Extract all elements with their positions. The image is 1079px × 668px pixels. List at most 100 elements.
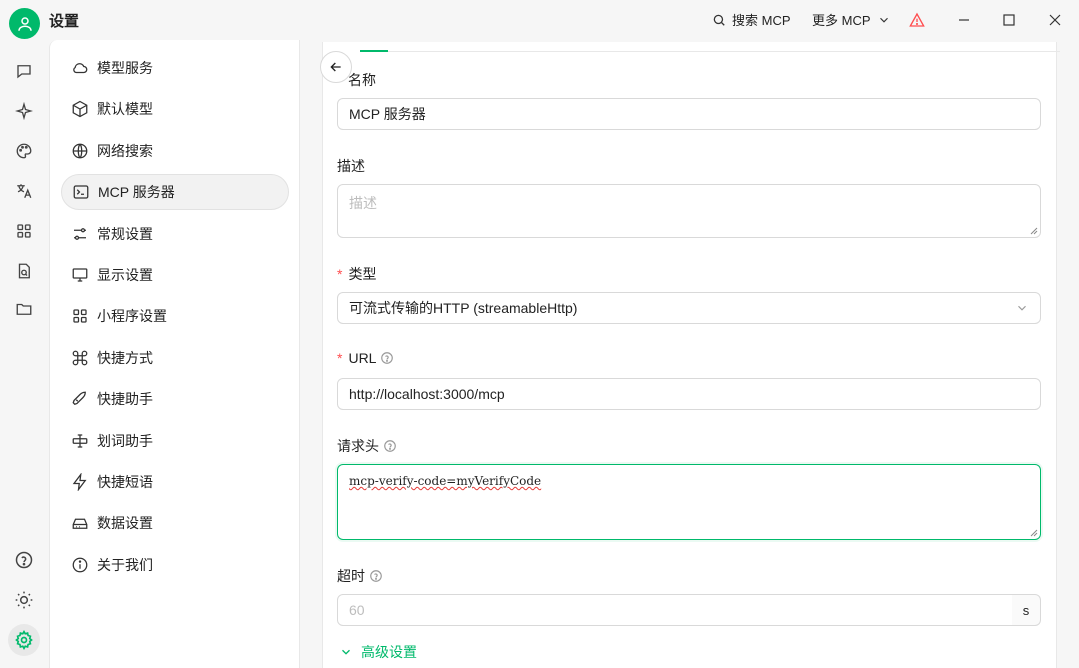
minimize-button[interactable] <box>950 6 978 34</box>
timeout-label-text: 超时 <box>337 568 365 584</box>
nav-item-miniapp-settings[interactable]: 小程序设置 <box>61 298 289 334</box>
headers-textarea[interactable]: mcp-verify-code=myVerifyCode <box>337 464 1041 540</box>
settings-nav: 模型服务 默认模型 网络搜索 MCP 服务器 常规设置 显示设置 小程序设置 快… <box>49 40 300 668</box>
rail-chat-button[interactable] <box>11 58 37 84</box>
maximize-button[interactable] <box>995 6 1023 34</box>
nav-item-default-model[interactable]: 默认模型 <box>61 91 289 127</box>
nav-item-label: 小程序设置 <box>97 308 167 324</box>
info-icon <box>72 557 88 573</box>
name-input[interactable]: MCP 服务器 <box>337 98 1041 130</box>
title-bar: 设置 搜索 MCP 更多 MCP <box>0 0 1079 40</box>
chat-icon <box>17 65 31 79</box>
close-button[interactable] <box>1041 6 1069 34</box>
hard-drive-icon <box>72 518 88 529</box>
user-avatar[interactable] <box>9 8 40 39</box>
palette-icon <box>16 143 32 159</box>
name-input-value: MCP 服务器 <box>349 106 426 122</box>
rail-settings-button[interactable] <box>8 624 40 656</box>
rail-theme-button[interactable] <box>11 587 37 613</box>
chevron-down-icon <box>879 17 888 23</box>
window-title: 设置 <box>49 13 80 30</box>
command-icon <box>72 350 88 366</box>
resize-handle-icon[interactable] <box>1030 227 1038 235</box>
nav-item-label: 快捷助手 <box>97 391 153 407</box>
tab-divider <box>360 51 1060 52</box>
nav-item-about[interactable]: 关于我们 <box>61 547 289 583</box>
url-input-value: http://localhost:3000/mcp <box>349 386 505 402</box>
nav-item-mcp-servers[interactable]: MCP 服务器 <box>61 174 289 210</box>
search-mcp-button[interactable]: 搜索 MCP <box>712 10 791 29</box>
type-select-value: 可流式传输的HTTP (streamableHttp) <box>349 300 578 316</box>
icon-rail <box>0 40 48 668</box>
rail-folder-button[interactable] <box>11 296 37 322</box>
type-label-text: 类型 <box>348 266 377 282</box>
nav-item-label: 常规设置 <box>97 226 153 242</box>
cloud-icon <box>73 63 88 74</box>
url-label-text: URL <box>348 350 377 366</box>
sparkle-icon <box>15 102 33 120</box>
nav-item-label: 快捷方式 <box>97 350 153 366</box>
document-scan-icon <box>18 263 30 279</box>
rail-translate-button[interactable] <box>11 178 37 204</box>
nav-item-data-settings[interactable]: 数据设置 <box>61 505 289 541</box>
nav-item-display-settings[interactable]: 显示设置 <box>61 257 289 293</box>
minimize-icon <box>959 19 969 21</box>
rail-help-button[interactable] <box>11 547 37 573</box>
nav-item-general-settings[interactable]: 常规设置 <box>61 216 289 252</box>
url-label: * URL <box>337 350 394 366</box>
help-icon[interactable] <box>383 439 397 453</box>
timeout-unit-addon: s <box>1012 594 1041 626</box>
rail-apps-button[interactable] <box>11 218 37 244</box>
nav-item-label: 关于我们 <box>97 557 153 573</box>
resize-handle-icon[interactable] <box>1030 529 1038 537</box>
nav-item-label: 模型服务 <box>97 60 153 76</box>
more-mcp-label: 更多 MCP <box>812 13 871 28</box>
rail-paint-button[interactable] <box>11 138 37 164</box>
nav-item-quick-assistant[interactable]: 快捷助手 <box>61 381 289 417</box>
chevron-down-icon <box>1018 305 1026 311</box>
nav-item-selection-assistant[interactable]: 划词助手 <box>61 423 289 459</box>
sliders-icon <box>74 228 86 240</box>
description-textarea[interactable]: 描述 <box>337 184 1041 238</box>
nav-item-label: 数据设置 <box>97 515 153 531</box>
monitor-icon <box>72 268 88 282</box>
translate-icon <box>17 184 32 199</box>
globe-icon <box>72 143 88 159</box>
rail-files-button[interactable] <box>11 258 37 284</box>
timeout-label: 超时 <box>337 566 383 586</box>
headers-textarea-value: mcp-verify-code=myVerifyCode <box>349 474 542 488</box>
nav-item-shortcuts[interactable]: 快捷方式 <box>61 340 289 376</box>
help-icon[interactable] <box>380 351 394 365</box>
advanced-settings-label: 高级设置 <box>361 644 417 660</box>
search-mcp-label: 搜索 MCP <box>732 13 791 28</box>
nav-item-quick-phrases[interactable]: 快捷短语 <box>61 464 289 500</box>
warning-icon <box>909 12 925 27</box>
arrow-left-icon <box>330 62 341 72</box>
text-cursor-icon <box>72 434 88 448</box>
name-label: 名称 <box>348 72 376 88</box>
timeout-input[interactable]: 60 <box>337 594 1013 626</box>
nav-item-label: 默认模型 <box>97 101 153 117</box>
help-icon[interactable] <box>369 569 383 583</box>
cube-icon <box>72 100 88 118</box>
apps-grid-icon <box>17 224 31 238</box>
url-input[interactable]: http://localhost:3000/mcp <box>337 378 1041 410</box>
help-icon <box>15 551 33 569</box>
nav-item-web-search[interactable]: 网络搜索 <box>61 133 289 169</box>
nav-item-model-service[interactable]: 模型服务 <box>61 50 289 86</box>
chevron-down-icon <box>342 649 350 655</box>
rail-agents-button[interactable] <box>11 98 37 124</box>
search-icon <box>713 14 725 26</box>
close-icon <box>1049 14 1061 26</box>
required-mark: * <box>337 350 343 366</box>
form-card <box>322 42 1060 668</box>
advanced-settings-toggle[interactable]: 高级设置 <box>339 642 417 662</box>
more-mcp-dropdown[interactable]: 更多 MCP <box>812 10 891 29</box>
warning-button[interactable] <box>903 6 931 34</box>
zap-icon <box>72 473 87 491</box>
type-select[interactable]: 可流式传输的HTTP (streamableHttp) <box>337 292 1041 324</box>
description-placeholder: 描述 <box>349 195 377 211</box>
nav-item-label: 网络搜索 <box>97 143 153 159</box>
active-tab-indicator <box>360 50 388 52</box>
terminal-icon <box>73 185 89 199</box>
